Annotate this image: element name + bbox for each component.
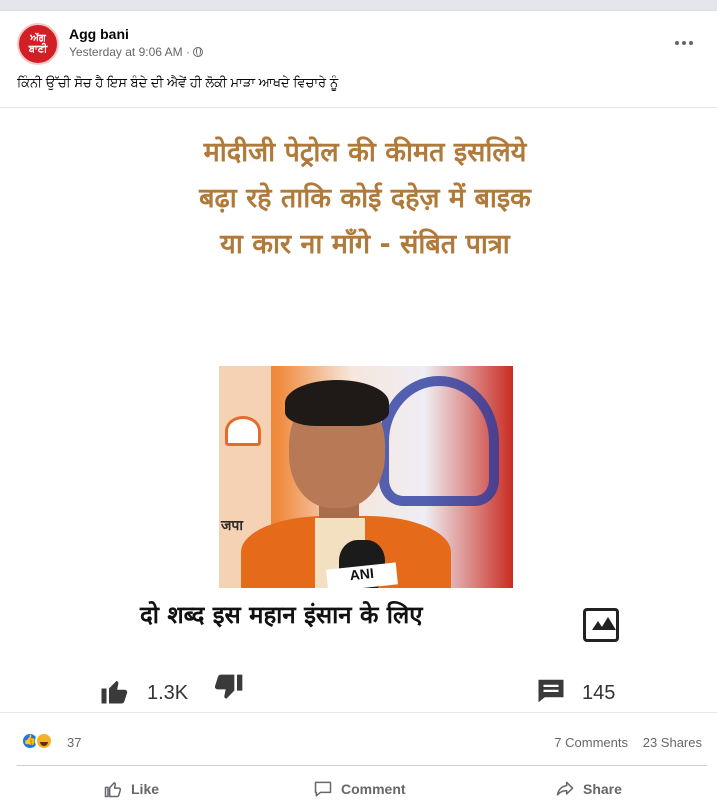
hair (285, 380, 389, 426)
dot-icon (689, 41, 693, 45)
avatar-text-line1: ਅੱਗ (30, 33, 46, 44)
more-options-button[interactable] (669, 31, 699, 55)
share-label: Share (583, 781, 622, 797)
meme-subline: दो शब्द इस महान इंसान के लिए (140, 601, 423, 629)
speaker-photo: जपा ANI (219, 366, 513, 588)
dot-icon (675, 41, 679, 45)
share-icon (556, 781, 574, 796)
comment-bubble-icon (538, 679, 564, 703)
headline-line-1: मोदीजी पेट्रोल की कीमत इसलिये (203, 137, 527, 168)
like-label: Like (131, 781, 160, 797)
like-button[interactable]: Like (103, 774, 159, 800)
dot-icon (682, 41, 686, 45)
headline-line-3: या कार ना माँगे - संबित पात्रा (220, 229, 510, 260)
reaction-haha-icon[interactable] (35, 732, 53, 750)
like-icon (104, 782, 122, 798)
meme-stat-row: 1.3K 145 (0, 672, 717, 712)
action-bar: Like Comment Share (17, 765, 707, 800)
thumb-down-icon (214, 674, 243, 699)
post-header: ਅੱਗ ਬਾਣੀ Agg bani Yesterday at 9:06 AM · (17, 21, 707, 69)
comment-button[interactable]: Comment (313, 774, 406, 800)
share-button[interactable]: Share (555, 774, 622, 800)
author-name[interactable]: Agg bani (69, 26, 129, 42)
shares-count-link[interactable]: 23 Shares (643, 735, 702, 750)
comment-icon (314, 781, 332, 797)
avatar-text-line2: ਬਾਣੀ (28, 44, 48, 55)
banner-text: जपा (221, 518, 243, 534)
post-caption: ਕਿੰਨੀ ਉੱਚੀ ਸੋਚ ਹੈ ਇਸ ਬੰਦੇ ਦੀ ਐਵੇਂ ਹੀ ਲੋਕ… (17, 75, 339, 90)
globe-icon (192, 47, 203, 57)
meme-headline: मोदीजी पेट्रोल की कीमत इसलिये बढ़ा रहे त… (95, 130, 635, 268)
reaction-count[interactable]: 37 (67, 735, 81, 750)
post-image[interactable]: मोदीजी पेट्रोल की कीमत इसलिये बढ़ा रहे त… (0, 107, 717, 713)
post-card: ਅੱਗ ਬਾਣੀ Agg bani Yesterday at 9:06 AM ·… (0, 10, 717, 800)
lotus-logo-icon (225, 416, 261, 446)
avatar[interactable]: ਅੱਗ ਬਾਣੀ (17, 23, 59, 65)
image-icon (583, 608, 619, 642)
comments-count-link[interactable]: 7 Comments (554, 735, 628, 750)
lotus-artwork (379, 376, 499, 506)
timestamp[interactable]: Yesterday at 9:06 AM · (69, 45, 190, 59)
post-meta: Yesterday at 9:06 AM · (69, 45, 203, 59)
meme-like-count: 1.3K (147, 682, 189, 704)
meme-comment-count: 145 (582, 682, 616, 704)
comment-label: Comment (341, 781, 406, 797)
thumb-up-icon (101, 681, 128, 704)
headline-line-2: बढ़ा रहे ताकि कोई दहेज़ में बाइक (199, 183, 531, 214)
reactions-bar: 👍 37 7 Comments 23 Shares (17, 727, 707, 757)
